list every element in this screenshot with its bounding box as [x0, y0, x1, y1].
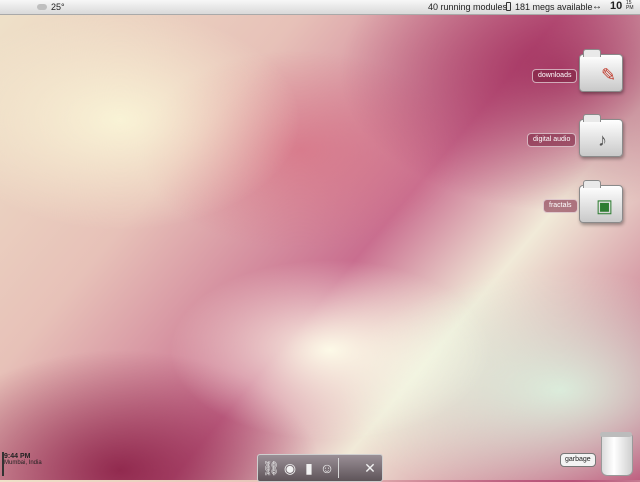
clock-ampm: PM	[626, 5, 634, 11]
music-note-icon: ♪	[598, 130, 607, 150]
running-modules-status: 40 running modules	[428, 2, 508, 12]
trash-can-icon[interactable]	[600, 432, 633, 476]
garbage-label[interactable]: garbage	[560, 453, 596, 467]
temperature-readout: 25°	[51, 2, 65, 12]
digital-audio-label[interactable]: digital audio	[527, 133, 577, 147]
disc-icon[interactable]: ◉	[281, 459, 299, 477]
dock-separator	[338, 458, 339, 478]
finder-icon[interactable]: ☺	[318, 459, 336, 477]
fractals-label[interactable]: fractals	[543, 199, 578, 213]
weather-icon	[37, 4, 47, 10]
memory-status: 181 megs available	[515, 2, 593, 12]
memory-icon	[506, 2, 511, 11]
link-icon[interactable]: ⛓	[262, 459, 280, 477]
downloads-label[interactable]: downloads	[532, 69, 578, 83]
picture-icon: ▣	[596, 196, 614, 216]
world-clock-location: Mumbai, India	[4, 460, 42, 466]
network-icon[interactable]: ↔	[592, 1, 602, 13]
usb-icon[interactable]: ▮	[300, 459, 318, 477]
tools-icon[interactable]: ✕	[361, 459, 379, 477]
menubar: 25° 40 running modules 181 megs availabl…	[0, 0, 640, 15]
world-clock-widget: 9:44 PM Mumbai, India	[4, 453, 42, 466]
pencil-icon: ✎	[601, 65, 617, 85]
apple-icon[interactable]	[342, 459, 360, 477]
world-clock-time: 9:44 PM	[4, 453, 31, 460]
menubar-clock[interactable]: 10	[610, 0, 622, 12]
dock: ⛓ ◉ ▮ ☺ ✕	[257, 454, 383, 482]
menubar-clock-suffix: 15 PM	[626, 1, 634, 11]
